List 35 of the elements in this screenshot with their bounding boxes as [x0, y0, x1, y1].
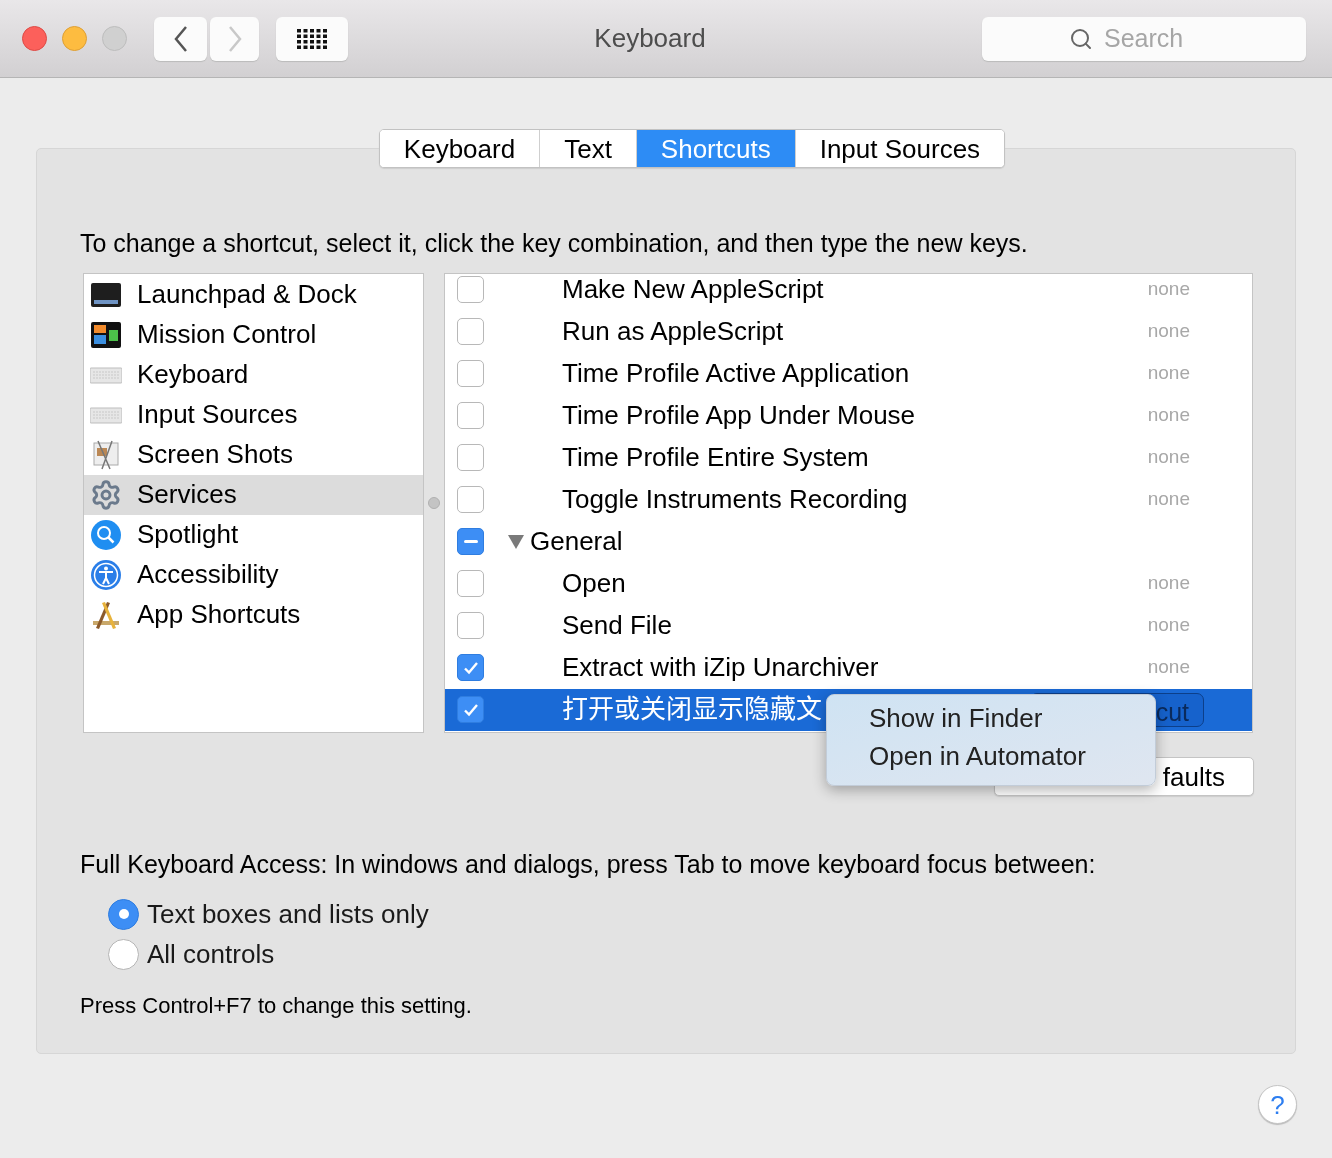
service-label: Time Profile Entire System	[562, 441, 869, 474]
keyboard-access-text: Full Keyboard Access: In windows and dialogs, press Tab to move keyboard focus between:	[80, 848, 1097, 880]
shortcut-text: none	[1147, 403, 1190, 428]
category-label: Keyboard	[137, 358, 249, 391]
hint-text: Press Control+F7 to change this setting.	[80, 992, 473, 1020]
instruction-text: To change a shortcut, select it, click the key combination, and then type the new keys.	[80, 228, 1029, 259]
category-label: Services	[137, 478, 237, 511]
service-label: Time Profile Active Application	[562, 357, 910, 390]
radio-label: Text boxes and lists only	[147, 897, 429, 931]
shortcut-text: none	[1147, 487, 1190, 512]
shortcut-text: none	[1147, 361, 1190, 386]
service-label: Open	[562, 567, 626, 600]
service-label: Send File	[562, 609, 672, 642]
shortcut-text: none	[1147, 319, 1190, 344]
category-label: Accessibility	[137, 558, 279, 591]
category-label: Launchpad & Dock	[137, 278, 357, 311]
group-label: General	[530, 525, 623, 558]
window-title: Keyboard	[594, 22, 706, 55]
category-label: Mission Control	[137, 318, 317, 351]
service-label: Make New AppleScript	[562, 273, 824, 306]
category-label: App Shortcuts	[137, 598, 301, 631]
shortcut-text: none	[1147, 613, 1190, 638]
shortcut-text: none	[1147, 277, 1190, 302]
shortcut-text: none	[1147, 445, 1190, 470]
service-label: Time Profile App Under Mouse	[562, 399, 916, 432]
service-label: Toggle Instruments Recording	[562, 483, 908, 516]
category-label: Spotlight	[137, 518, 239, 551]
radio-label: All controls	[147, 937, 275, 971]
service-label: Extract with iZip Unarchiver	[562, 651, 879, 684]
category-label: Input Sources	[137, 398, 298, 431]
service-label: 打开或关闭显示隐藏文	[562, 693, 822, 726]
shortcut-text: none	[1147, 571, 1190, 596]
shortcut-text: none	[1147, 655, 1190, 680]
service-label: Run as AppleScript	[562, 315, 784, 348]
category-label: Screen Shots	[137, 438, 294, 471]
